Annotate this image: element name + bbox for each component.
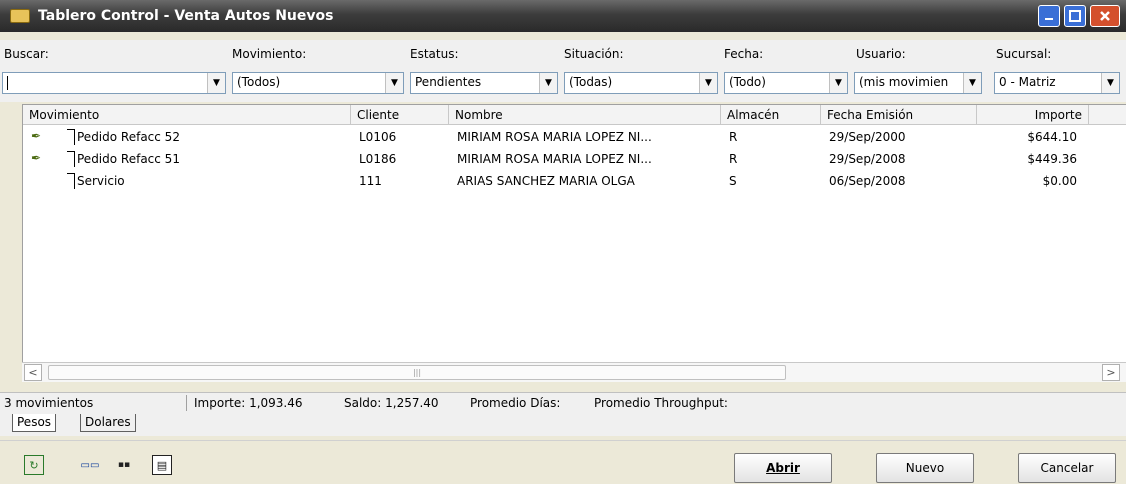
chevron-down-icon[interactable]: ▼ [1101, 73, 1119, 93]
usuario-label: Usuario: [856, 47, 906, 61]
cell-nombre: MIRIAM ROSA MARIA LOPEZ NI... [457, 152, 652, 166]
cell-movimiento: Pedido Refacc 51 [77, 152, 180, 166]
column-header-cliente[interactable]: Cliente [351, 105, 449, 125]
refresh-icon[interactable]: ↻ [24, 455, 44, 475]
document-icon [67, 151, 75, 167]
cancelar-label: Cancelar [1040, 461, 1094, 475]
currency-tabs: Pesos Dolares [0, 412, 1126, 436]
column-header-almacen[interactable]: Almacén [721, 105, 821, 125]
document-icon [67, 173, 75, 189]
cell-cliente: L0186 [359, 152, 397, 166]
filter-bar: Buscar: ▼ Movimiento: (Todos) ▼ Estatus:… [0, 40, 1126, 102]
cell-almacen: S [729, 174, 737, 188]
window-title: Tablero Control - Venta Autos Nuevos [38, 8, 334, 24]
cell-fecha: 29/Sep/2008 [829, 152, 906, 166]
sucursal-value: 0 - Matriz [999, 75, 1056, 89]
column-header-importe[interactable]: Importe [977, 105, 1089, 125]
cell-cliente: 111 [359, 174, 382, 188]
chevron-down-icon[interactable]: ▼ [539, 73, 557, 93]
situacion-value: (Todas) [569, 75, 613, 89]
status-bar: 3 movimientos Importe: 1,093.46 Saldo: 1… [0, 392, 1126, 412]
abrir-label: Abrir [766, 461, 800, 475]
cell-fecha: 06/Sep/2008 [829, 174, 906, 188]
folder-icon [10, 9, 30, 23]
chevron-down-icon[interactable]: ▼ [963, 73, 981, 93]
close-icon [1100, 11, 1110, 21]
grid-header: Movimiento Cliente Nombre Almacén Fecha … [23, 105, 1126, 125]
usuario-combo[interactable]: (mis movimien ▼ [854, 72, 982, 94]
scroll-right-button[interactable]: > [1102, 364, 1120, 381]
minimize-button[interactable] [1038, 5, 1060, 27]
main-window: Tablero Control - Venta Autos Nuevos Bus… [0, 0, 1126, 484]
tab-dolares[interactable]: Dolares [80, 414, 136, 432]
column-header-movimiento[interactable]: Movimiento [23, 105, 351, 125]
situacion-combo[interactable]: (Todas) ▼ [564, 72, 718, 94]
estatus-value: Pendientes [415, 75, 482, 89]
sucursal-label: Sucursal: [996, 47, 1052, 61]
cell-importe: $449.36 [1027, 152, 1077, 166]
horizontal-scrollbar[interactable]: < ||| > [22, 362, 1126, 382]
cancelar-button[interactable]: Cancelar [1018, 453, 1116, 483]
print-preview-icon[interactable]: ▭▭ [80, 455, 100, 475]
chevron-down-icon[interactable]: ▼ [829, 73, 847, 93]
sucursal-combo[interactable]: 0 - Matriz ▼ [994, 72, 1120, 94]
cell-almacen: R [729, 152, 738, 166]
buscar-combo[interactable]: ▼ [2, 72, 226, 94]
grid-view-icon[interactable]: ▤ [152, 455, 172, 475]
chevron-down-icon[interactable]: ▼ [385, 73, 403, 93]
estatus-label: Estatus: [410, 47, 459, 61]
scroll-thumb[interactable]: ||| [48, 365, 786, 380]
pen-icon: ✒ [31, 151, 42, 165]
cell-cliente: L0106 [359, 130, 397, 144]
fecha-combo[interactable]: (Todo) ▼ [724, 72, 848, 94]
status-divider [186, 395, 187, 411]
cell-almacen: R [729, 130, 738, 144]
tab-pesos[interactable]: Pesos [12, 414, 57, 432]
minimize-icon [1045, 18, 1053, 20]
maximize-icon [1069, 10, 1081, 22]
usuario-value: (mis movimien [859, 75, 949, 89]
cell-nombre: ARIAS SANCHEZ MARIA OLGA [457, 174, 635, 188]
status-importe: Importe: 1,093.46 [194, 396, 303, 410]
pen-icon: ✒ [31, 129, 42, 143]
text-cursor [7, 76, 8, 90]
status-promedio-dias: Promedio Días: [470, 396, 561, 410]
columns-icon[interactable]: ▪▪ [114, 455, 134, 475]
maximize-button[interactable] [1064, 5, 1086, 27]
status-promedio-throughput: Promedio Throughput: [594, 396, 728, 410]
movements-grid[interactable]: Movimiento Cliente Nombre Almacén Fecha … [22, 104, 1126, 382]
table-row[interactable]: Servicio 111 ARIAS SANCHEZ MARIA OLGA S … [23, 171, 1126, 193]
movement-count: 3 movimientos [4, 396, 94, 410]
cell-importe: $644.10 [1027, 130, 1077, 144]
buscar-label: Buscar: [4, 47, 49, 61]
action-bar: ↻ ▭▭ ▪▪ ▤ Abrir Nuevo Cancelar [0, 440, 1126, 484]
fecha-value: (Todo) [729, 75, 766, 89]
movimiento-combo[interactable]: (Todos) ▼ [232, 72, 404, 94]
scroll-left-button[interactable]: < [24, 364, 42, 381]
nuevo-label: Nuevo [905, 461, 945, 475]
cell-fecha: 29/Sep/2000 [829, 130, 906, 144]
abrir-button[interactable]: Abrir [734, 453, 832, 483]
status-saldo: Saldo: 1,257.40 [344, 396, 439, 410]
column-header-fecha-emision[interactable]: Fecha Emisión [821, 105, 977, 125]
cell-importe: $0.00 [1042, 174, 1077, 188]
movimiento-label: Movimiento: [232, 47, 307, 61]
cell-nombre: MIRIAM ROSA MARIA LOPEZ NI... [457, 130, 652, 144]
chevron-down-icon[interactable]: ▼ [207, 73, 225, 93]
movimiento-value: (Todos) [237, 75, 281, 89]
column-header-nombre[interactable]: Nombre [449, 105, 721, 125]
table-row[interactable]: ✒ Pedido Refacc 52 L0106 MIRIAM ROSA MAR… [23, 127, 1126, 149]
close-button[interactable] [1090, 5, 1120, 27]
nuevo-button[interactable]: Nuevo [876, 453, 974, 483]
title-bar: Tablero Control - Venta Autos Nuevos [0, 0, 1126, 32]
cell-movimiento: Pedido Refacc 52 [77, 130, 180, 144]
fecha-label: Fecha: [724, 47, 764, 61]
table-row[interactable]: ✒ Pedido Refacc 51 L0186 MIRIAM ROSA MAR… [23, 149, 1126, 171]
document-icon [67, 129, 75, 145]
cell-movimiento: Servicio [77, 174, 125, 188]
estatus-combo[interactable]: Pendientes ▼ [410, 72, 558, 94]
chevron-down-icon[interactable]: ▼ [699, 73, 717, 93]
situacion-label: Situación: [564, 47, 624, 61]
